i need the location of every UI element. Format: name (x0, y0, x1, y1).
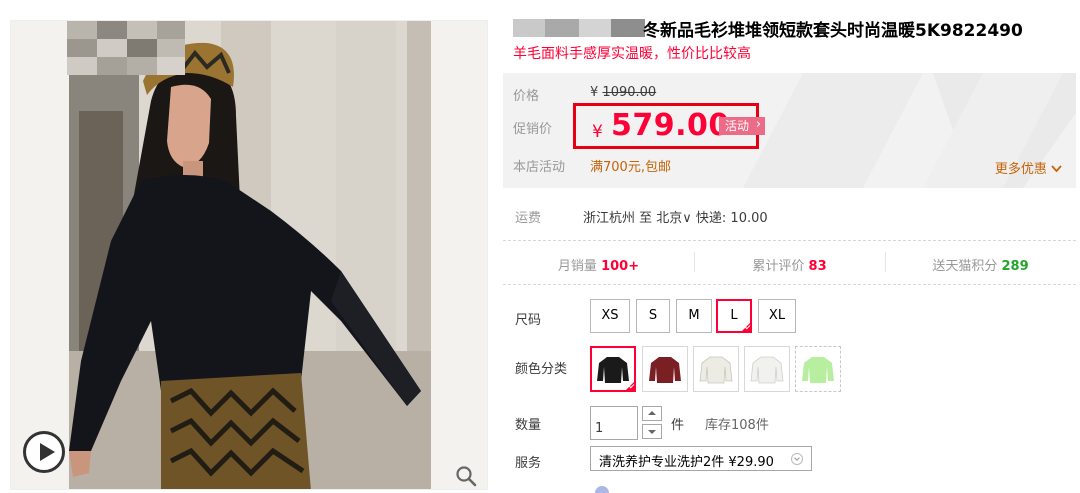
quantity-label: 数量 (515, 418, 542, 433)
quantity-input[interactable] (590, 406, 638, 440)
quantity-increase-button[interactable] (642, 406, 662, 421)
color-swatch-mint[interactable] (795, 346, 841, 392)
review-count-label: 累计评价 (752, 259, 805, 274)
chevron-down-icon (1051, 165, 1062, 173)
play-circle-icon[interactable] (23, 431, 65, 473)
more-deals-label: 更多优惠 (994, 162, 1047, 177)
service-selected-value: 清洗养护专业洗护2件 ¥29.90 (599, 455, 774, 470)
reward-points: 送天猫积分 289 (885, 255, 1076, 274)
original-price-value: 1090.00 (602, 85, 657, 100)
service-label: 服务 (515, 456, 542, 471)
size-label: 尺码 (515, 313, 542, 328)
reward-points-value: 289 (1001, 259, 1029, 274)
color-swatch-white[interactable] (744, 346, 790, 392)
product-info-panel: 冬新品毛衫堆堆领短款套头时尚温暖5K9822490 羊毛面料手感厚实温暖，性价比… (503, 0, 1080, 493)
reward-points-label: 送天猫积分 (932, 259, 998, 274)
product-title: 冬新品毛衫堆堆领短款套头时尚温暖5K9822490 (643, 21, 1023, 41)
sales-stats-row: 月销量 100+ 累计评价 83 送天猫积分 289 (503, 244, 1076, 284)
promo-price-label: 促销价 (513, 122, 553, 137)
partial-icon (595, 486, 609, 493)
price-panel: 价格 ¥ 1090.00 促销价 ¥ 579.00 活动 本店活动 满700元,… (503, 73, 1076, 188)
size-option-l-label: L (730, 308, 738, 323)
blurred-brand-name (513, 19, 645, 37)
review-count-value: 83 (808, 259, 827, 274)
checkmark-icon (741, 322, 751, 332)
original-price-label: 价格 (513, 89, 540, 104)
shipping-row: 运费 浙江杭州 至 北京∨ 快递: 10.00 (503, 205, 1076, 227)
magnifier-icon[interactable] (454, 464, 478, 488)
stock-count: 库存108件 (705, 418, 769, 433)
sweater-mint-icon (802, 357, 834, 383)
size-option-xs[interactable]: XS (590, 299, 630, 333)
color-swatch-cream[interactable] (693, 346, 739, 392)
shop-activity-label: 本店活动 (513, 160, 566, 175)
product-subtitle: 羊毛面料手感厚实温暖，性价比比较高 (513, 46, 751, 62)
shipping-label: 运费 (515, 211, 542, 226)
size-option-s[interactable]: S (636, 299, 670, 333)
monthly-sales: 月销量 100+ (503, 255, 694, 274)
sweater-burgundy-icon (649, 357, 681, 383)
product-photo (11, 21, 487, 489)
promo-price-currency: ¥ (592, 122, 603, 142)
monthly-sales-value: 100+ (601, 259, 640, 274)
color-swatch-burgundy[interactable] (642, 346, 688, 392)
divider (503, 284, 1076, 285)
chevron-down-icon (791, 453, 803, 465)
shipping-destination-selector[interactable]: 浙江杭州 至 北京∨ 快递: 10.00 (583, 207, 768, 226)
divider (503, 240, 1076, 241)
shop-activity-text: 满700元,包邮 (590, 160, 671, 175)
product-title-row: 冬新品毛衫堆堆领短款套头时尚温暖5K9822490 (503, 16, 1080, 42)
sweater-cream-icon (699, 356, 733, 384)
promo-price-value: 579.00 (611, 108, 730, 143)
color-swatch-black[interactable] (590, 346, 636, 392)
color-label: 颜色分类 (515, 362, 568, 377)
review-count[interactable]: 累计评价 83 (694, 255, 885, 274)
original-price-currency: ¥ (590, 85, 599, 100)
product-image-gallery[interactable] (10, 20, 488, 490)
more-deals-link[interactable]: 更多优惠 (995, 158, 1062, 177)
checkmark-icon (625, 381, 635, 391)
blurred-brand-logo (67, 21, 185, 75)
service-select[interactable]: 清洗养护专业洗护2件 ¥29.90 (590, 446, 812, 471)
size-option-l[interactable]: L (716, 299, 752, 333)
size-option-xl[interactable]: XL (758, 299, 796, 333)
quantity-unit: 件 (671, 418, 685, 433)
original-price: ¥ 1090.00 (590, 85, 656, 100)
monthly-sales-label: 月销量 (557, 259, 597, 274)
sweater-white-icon (750, 356, 784, 384)
size-option-m[interactable]: M (676, 299, 712, 333)
quantity-decrease-button[interactable] (642, 424, 662, 439)
activity-tag[interactable]: 活动 (719, 116, 766, 135)
